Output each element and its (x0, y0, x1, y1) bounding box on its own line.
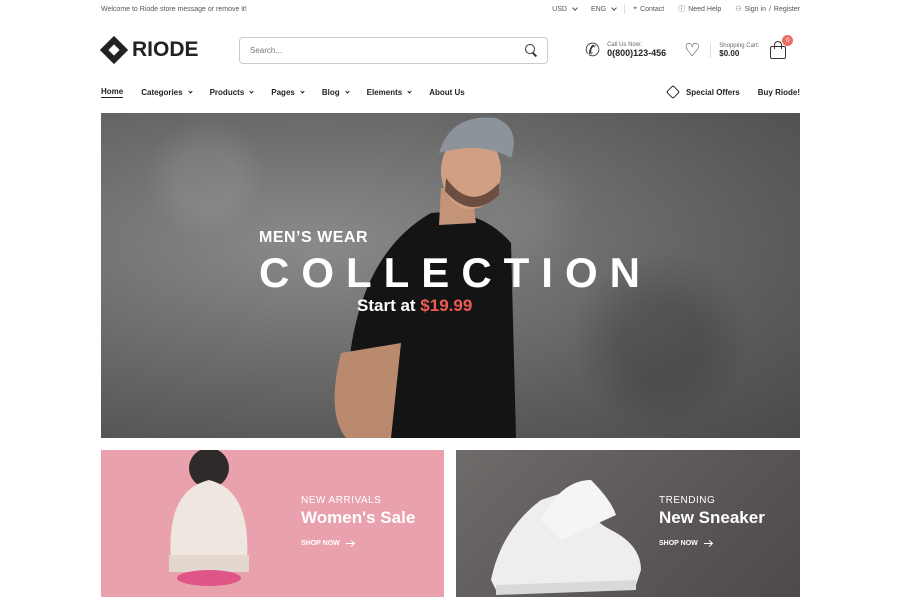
tag-icon (665, 84, 681, 100)
nav-label: Elements (366, 87, 403, 97)
logo[interactable]: RIODE (99, 35, 239, 65)
nav-label: About Us (429, 87, 465, 97)
nav-item-products[interactable]: Products (210, 88, 254, 97)
cart-label: Shopping Cart: (719, 42, 760, 49)
nav-item-elements[interactable]: Elements (367, 88, 412, 97)
main-header: RIODE ✆ Call Us Now: 0(800)123-456 ♡ Sho… (99, 30, 800, 70)
womens-sale-banner[interactable]: NEW ARRIVALS Women's Sale SHOP NOW (101, 450, 444, 597)
cart-text: Shopping Cart: $0.00 (710, 42, 760, 58)
hero-banner[interactable]: MEN’S WEAR COLLECTION Start at $19.99 (101, 113, 800, 438)
nav-label: Home (101, 86, 124, 96)
hero-text: MEN’S WEAR COLLECTION (259, 229, 652, 295)
shop-now-link[interactable]: SHOP NOW (659, 540, 765, 547)
shop-now-link[interactable]: SHOP NOW (301, 540, 415, 547)
register-link[interactable]: Register (774, 6, 800, 13)
price-amount: $19.99 (420, 296, 473, 315)
new-sneaker-banner[interactable]: TRENDING New Sneaker SHOP NOW (456, 450, 800, 597)
cta-label: SHOP NOW (659, 540, 698, 547)
banner-text: TRENDING New Sneaker SHOP NOW (659, 495, 765, 547)
nav-label: Products (209, 87, 245, 97)
main-nav: Home Categories Products Pages Blog Elem… (101, 84, 800, 100)
user-icon: ⚇ (735, 6, 742, 13)
call-text: Call Us Now: 0(800)123-456 (607, 42, 666, 58)
nav-item-categories[interactable]: Categories (141, 87, 193, 97)
logo-text: RIODE (132, 38, 199, 61)
banner-kicker: NEW ARRIVALS (301, 495, 382, 506)
chevron-down-icon (572, 5, 578, 11)
chevron-down-icon (249, 88, 254, 94)
call-number: 0(800)123-456 (607, 48, 667, 58)
welcome-message: Welcome to Riode store message or remove… (101, 5, 247, 13)
currency-label: USD (552, 5, 567, 13)
nav-item-pages[interactable]: Pages (271, 87, 305, 97)
map-pin-icon: ⌖ (633, 5, 638, 12)
cart-total: $0.00 (719, 48, 740, 58)
arrow-right-icon (703, 542, 712, 545)
banner-title: New Sneaker (659, 508, 765, 527)
hero-subtitle: MEN’S WEAR (259, 229, 368, 246)
wishlist-heart-icon[interactable]: ♡ (684, 40, 700, 61)
cta-label: SHOP NOW (301, 540, 340, 547)
nav-item-home[interactable]: Home (101, 86, 124, 98)
buy-link[interactable]: Buy Riode! (758, 88, 800, 97)
nav-label: Blog (321, 87, 340, 97)
banner-title: Women's Sale (301, 508, 416, 527)
chevron-down-icon (407, 88, 412, 94)
search-box (239, 36, 548, 64)
currency-select[interactable]: USD (552, 5, 578, 13)
top-bar: Welcome to Riode store message or remove… (101, 0, 800, 18)
language-label: ENG (590, 5, 607, 13)
user-account: ⚇ Sign in / Register (735, 5, 800, 14)
logo-mark-icon (99, 35, 129, 65)
nav-label: Pages (271, 87, 295, 97)
special-offers-label: Special Offers (685, 87, 740, 97)
language-select[interactable]: ENG (590, 5, 617, 13)
price-prefix: Start at (357, 296, 421, 315)
search-icon[interactable] (525, 44, 537, 56)
phone-icon: ✆ (585, 39, 601, 60)
special-offers-link[interactable]: Special Offers (665, 84, 740, 100)
shopping-bag-icon: 0 (769, 35, 794, 59)
search-input[interactable] (250, 45, 500, 55)
arrow-right-icon (345, 542, 354, 545)
chevron-down-icon (300, 88, 305, 94)
slash-separator: / (768, 5, 771, 13)
top-bar-right: USD ENG ⌖ Contact ⓘ Need Help ⚇ Sign in / Reg… (552, 4, 800, 14)
contact-link[interactable]: ⌖ Contact (633, 5, 664, 13)
chevron-down-icon (611, 5, 617, 11)
hero-title: COLLECTION (259, 249, 652, 296)
nav-menu: Home Categories Products Pages Blog Elem… (101, 87, 465, 98)
help-link[interactable]: ⓘ Need Help (678, 4, 721, 14)
shopping-cart[interactable]: Shopping Cart: $0.00 0 (710, 35, 794, 59)
info-icon: ⓘ (678, 6, 686, 13)
divider (624, 4, 626, 14)
contact-label: Contact (640, 5, 665, 13)
help-label: Need Help (688, 5, 722, 13)
beanie-hat-image (169, 450, 249, 586)
chevron-down-icon (345, 88, 350, 94)
signin-link[interactable]: Sign in (745, 6, 766, 13)
nav-label: Categories (141, 87, 183, 97)
chevron-down-icon (187, 88, 193, 94)
cart-count-badge: 0 (782, 35, 794, 46)
banner-text: NEW ARRIVALS Women's Sale SHOP NOW (301, 495, 415, 547)
nav-right: Special Offers Buy Riode! (665, 84, 800, 100)
banner-kicker: TRENDING (659, 495, 716, 506)
call-us[interactable]: ✆ Call Us Now: 0(800)123-456 (585, 40, 666, 61)
nav-item-blog[interactable]: Blog (321, 87, 350, 97)
hero-price: Start at $19.99 (357, 296, 472, 316)
sneaker-image (491, 480, 641, 595)
nav-item-about[interactable]: About Us (429, 88, 465, 97)
buy-label: Buy Riode! (757, 87, 800, 97)
